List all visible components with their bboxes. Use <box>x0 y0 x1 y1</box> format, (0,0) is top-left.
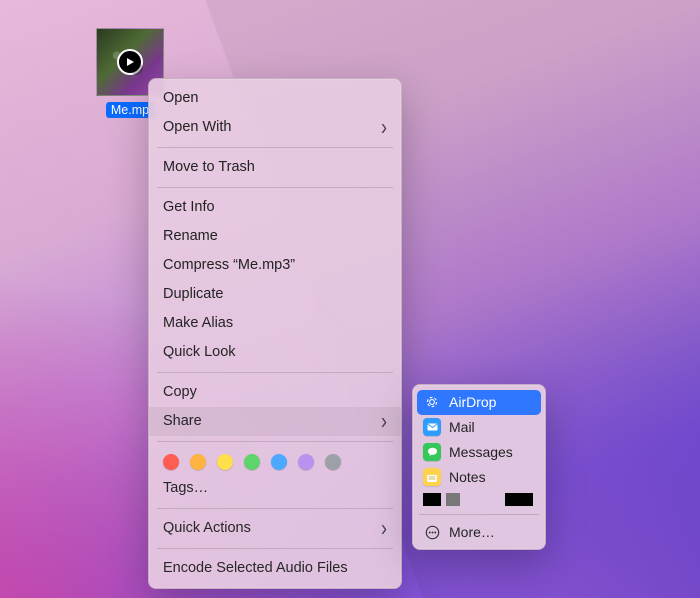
share-mail[interactable]: Mail <box>413 415 545 440</box>
menu-separator <box>157 147 393 148</box>
menu-label: Copy <box>163 382 197 403</box>
context-menu: Open Open With Move to Trash Get Info Re… <box>148 78 402 589</box>
submenu-label: Notes <box>449 468 486 487</box>
submenu-label: Mail <box>449 418 475 437</box>
messages-icon <box>423 443 441 461</box>
tag-blue[interactable] <box>271 454 287 470</box>
tag-purple[interactable] <box>298 454 314 470</box>
menu-separator <box>157 372 393 373</box>
menu-compress[interactable]: Compress “Me.mp3” <box>149 251 401 280</box>
menu-label: Open With <box>163 117 232 138</box>
share-redacted-item[interactable] <box>413 490 545 509</box>
menu-tags[interactable]: Tags… <box>149 474 401 503</box>
menu-separator <box>157 508 393 509</box>
menu-separator <box>157 441 393 442</box>
file-name-label: Me.mp <box>106 102 154 118</box>
menu-move-to-trash[interactable]: Move to Trash <box>149 153 401 182</box>
menu-label: Compress “Me.mp3” <box>163 255 295 276</box>
tag-green[interactable] <box>244 454 260 470</box>
menu-label: Move to Trash <box>163 157 255 178</box>
submenu-label: More… <box>449 523 495 542</box>
menu-label: Encode Selected Audio Files <box>163 558 348 579</box>
menu-duplicate[interactable]: Duplicate <box>149 280 401 309</box>
menu-label: Tags… <box>163 478 208 499</box>
menu-label: Duplicate <box>163 284 223 305</box>
menu-label: Open <box>163 88 198 109</box>
play-icon <box>117 49 143 75</box>
notes-icon <box>423 468 441 486</box>
tag-yellow[interactable] <box>217 454 233 470</box>
more-icon <box>423 523 441 541</box>
share-notes[interactable]: Notes <box>413 465 545 490</box>
tag-colors-row <box>149 447 401 474</box>
submenu-label: AirDrop <box>449 393 496 412</box>
menu-label: Quick Actions <box>163 518 251 539</box>
menu-label: Share <box>163 411 202 432</box>
menu-separator <box>157 548 393 549</box>
share-messages[interactable]: Messages <box>413 440 545 465</box>
menu-quick-actions[interactable]: Quick Actions <box>149 514 401 543</box>
menu-label: Get Info <box>163 197 215 218</box>
mail-icon <box>423 418 441 436</box>
share-submenu: AirDrop Mail Messages Notes More… <box>412 384 546 550</box>
menu-make-alias[interactable]: Make Alias <box>149 309 401 338</box>
submenu-label: Messages <box>449 443 513 462</box>
menu-get-info[interactable]: Get Info <box>149 193 401 222</box>
menu-label: Quick Look <box>163 342 236 363</box>
share-more[interactable]: More… <box>413 520 545 545</box>
tag-red[interactable] <box>163 454 179 470</box>
tag-gray[interactable] <box>325 454 341 470</box>
menu-open-with[interactable]: Open With <box>149 113 401 142</box>
menu-label: Make Alias <box>163 313 233 334</box>
share-airdrop[interactable]: AirDrop <box>417 390 541 415</box>
submenu-separator <box>419 514 539 515</box>
menu-rename[interactable]: Rename <box>149 222 401 251</box>
menu-separator <box>157 187 393 188</box>
menu-share[interactable]: Share <box>149 407 401 436</box>
airdrop-icon <box>423 393 441 411</box>
menu-quick-look[interactable]: Quick Look <box>149 338 401 367</box>
menu-copy[interactable]: Copy <box>149 378 401 407</box>
menu-encode-audio[interactable]: Encode Selected Audio Files <box>149 554 401 583</box>
tag-orange[interactable] <box>190 454 206 470</box>
menu-open[interactable]: Open <box>149 84 401 113</box>
menu-label: Rename <box>163 226 218 247</box>
